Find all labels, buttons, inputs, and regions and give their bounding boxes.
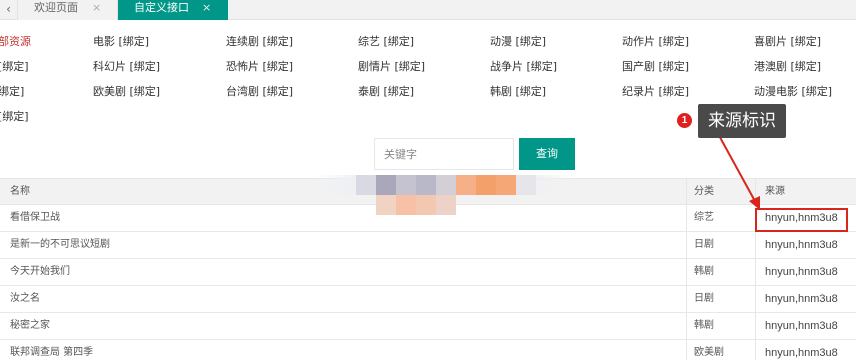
category-link[interactable]: 电影 [绑定] (93, 35, 149, 49)
table-row[interactable]: 秘密之家 韩剧 hnyun,hnm3u8 (0, 313, 856, 340)
category-link[interactable]: 动漫 [绑定] (490, 35, 546, 49)
category-link[interactable]: 连续剧 [绑定] (226, 35, 293, 49)
search-button[interactable]: 查询 (519, 138, 575, 170)
cell-category: 日剧 (694, 239, 714, 250)
source-highlight-box (755, 208, 848, 232)
cell-category: 韩剧 (694, 320, 714, 331)
category-link[interactable]: 综艺 [绑定] (358, 35, 414, 49)
header-source: 来源 (765, 186, 785, 197)
chevron-left-icon[interactable]: ‹ (0, 0, 18, 20)
category-link[interactable]: 动作片 [绑定] (622, 35, 689, 49)
cell-category: 欧美剧 (694, 347, 724, 358)
table-row[interactable]: 汝之名 日剧 hnyun,hnm3u8 (0, 286, 856, 313)
tab-welcome-label: 欢迎页面 (34, 1, 78, 14)
column-divider (686, 178, 687, 360)
cell-category: 日剧 (694, 293, 714, 304)
table-row[interactable]: 是新一的不可思议短剧 日剧 hnyun,hnm3u8 (0, 232, 856, 259)
table-row[interactable]: 今天开始我们 韩剧 hnyun,hnm3u8 (0, 259, 856, 286)
close-icon[interactable]: × (202, 0, 211, 16)
category-link[interactable]: 国产剧 [绑定] (622, 60, 689, 74)
tab-welcome[interactable]: 欢迎页面 × (18, 0, 118, 20)
category-link[interactable]: 喜剧片 [绑定] (754, 35, 821, 49)
header-category: 分类 (694, 186, 714, 197)
category-link[interactable]: 韩剧 [绑定] (490, 85, 546, 99)
category-link[interactable]: 台湾剧 [绑定] (226, 85, 293, 99)
category-link[interactable]: 恐怖片 [绑定] (226, 60, 293, 74)
annotation-badge: 1 (677, 113, 692, 128)
column-divider (755, 178, 756, 360)
category-link[interactable]: 绑定] (0, 85, 24, 99)
category-link[interactable]: 欧美剧 [绑定] (93, 85, 160, 99)
annotation-label: 来源标识 (698, 104, 786, 138)
tab-custom-interface[interactable]: 自定义接口 × (118, 0, 228, 20)
tab-custom-label: 自定义接口 (134, 1, 189, 14)
cell-source: hnyun,hnm3u8 (765, 320, 838, 332)
category-link[interactable]: 部资源 (0, 35, 31, 49)
table-row[interactable]: 联邦调查局 第四季 欧美剧 hnyun,hnm3u8 (0, 340, 856, 360)
cell-name: 今天开始我们 (10, 266, 70, 277)
category-link[interactable]: 动漫电影 [绑定] (754, 85, 832, 99)
cell-name: 汝之名 (10, 293, 40, 304)
tab-bar: ‹ 欢迎页面 × 自定义接口 × (0, 0, 856, 20)
search-input[interactable] (374, 138, 514, 170)
cell-source: hnyun,hnm3u8 (765, 293, 838, 305)
close-icon[interactable]: × (92, 0, 101, 16)
cell-source: hnyun,hnm3u8 (765, 347, 838, 359)
category-link[interactable]: [绑定] (0, 60, 29, 74)
category-link[interactable]: 纪录片 [绑定] (622, 85, 689, 99)
header-name: 名称 (10, 186, 30, 197)
cell-name: 秘密之家 (10, 320, 50, 331)
cell-name: 是新一的不可思议短剧 (10, 239, 110, 250)
category-link[interactable]: 剧情片 [绑定] (358, 60, 425, 74)
category-link[interactable]: 战争片 [绑定] (490, 60, 557, 74)
category-link[interactable]: [绑定] (0, 110, 29, 124)
category-link[interactable]: 科幻片 [绑定] (93, 60, 160, 74)
cell-source: hnyun,hnm3u8 (765, 266, 838, 278)
cell-name: 联邦调查局 第四季 (10, 347, 94, 358)
category-link[interactable]: 泰剧 [绑定] (358, 85, 414, 99)
cell-name: 看借保卫战 (10, 212, 60, 223)
cell-category: 综艺 (694, 212, 714, 223)
cell-source: hnyun,hnm3u8 (765, 239, 838, 251)
cell-category: 韩剧 (694, 266, 714, 277)
category-link[interactable]: 港澳剧 [绑定] (754, 60, 821, 74)
